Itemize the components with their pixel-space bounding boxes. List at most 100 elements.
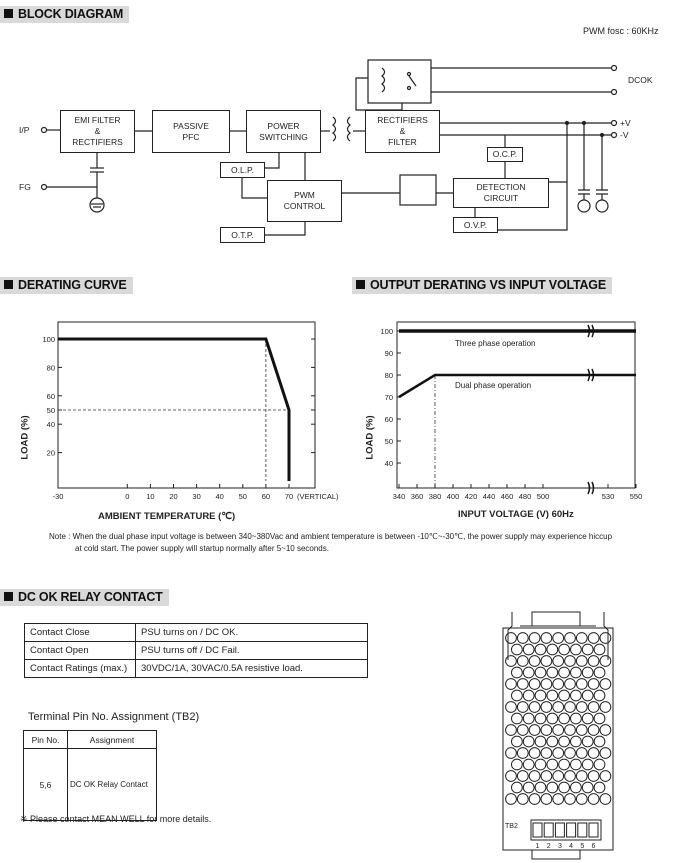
vent-hole <box>587 678 600 690</box>
vent-hole <box>540 770 553 782</box>
pin-number: 5 <box>580 843 584 850</box>
vent-hole <box>564 655 576 667</box>
vent-hole <box>581 781 594 794</box>
vent-hole <box>522 666 535 679</box>
terminal-pin <box>543 822 554 838</box>
vent-hole <box>522 758 535 771</box>
vent-hole <box>564 724 576 736</box>
vent-hole <box>522 712 535 725</box>
vent-hole <box>564 678 576 690</box>
vent-hole <box>511 689 523 702</box>
vent-hole <box>528 678 541 690</box>
pin-number: 6 <box>592 843 596 850</box>
vent-hole <box>593 689 606 702</box>
vent-hole <box>581 643 594 656</box>
vent-hole <box>593 735 606 748</box>
vent-hole <box>540 678 553 690</box>
terminal-pin <box>554 822 565 838</box>
vent-hole <box>511 758 523 771</box>
vent-hole <box>558 666 570 679</box>
vent-hole <box>546 758 559 771</box>
vent-hole <box>587 724 600 736</box>
vent-hole <box>570 712 582 725</box>
vent-hole <box>593 643 606 656</box>
vent-hole <box>599 632 612 644</box>
vent-hole <box>564 747 576 759</box>
vent-hole <box>511 643 523 656</box>
vent-hole <box>575 724 588 736</box>
vent-hole <box>534 758 547 771</box>
vent-hole <box>558 781 570 794</box>
vent-hole <box>516 793 529 805</box>
vent-hole <box>540 793 553 805</box>
vent-hole <box>534 735 547 748</box>
vent-hole <box>552 701 565 713</box>
psu-top-bracket <box>507 611 609 660</box>
psu-bottom-tab <box>531 849 581 860</box>
vent-hole <box>593 758 606 771</box>
vent-hole <box>534 643 547 656</box>
psu-illustration: 12345 6 <box>502 611 614 860</box>
vent-hole <box>516 632 529 644</box>
vent-hole <box>575 632 588 644</box>
vent-hole <box>599 724 612 736</box>
vent-hole <box>528 655 541 667</box>
vent-hole <box>528 632 541 644</box>
vent-hole <box>552 724 565 736</box>
vent-hole <box>522 689 535 702</box>
vent-hole <box>522 735 535 748</box>
terminal-pin <box>577 822 588 838</box>
vent-hole <box>599 770 612 782</box>
vent-hole <box>575 678 588 690</box>
vent-hole <box>546 689 559 702</box>
vent-hole <box>558 689 570 702</box>
vent-hole <box>599 655 612 667</box>
vent-hole <box>534 666 547 679</box>
vent-hole <box>587 793 600 805</box>
vent-hole <box>570 735 582 748</box>
vent-hole <box>511 666 523 679</box>
vent-hole <box>593 781 606 794</box>
vent-hole <box>516 747 529 759</box>
vent-hole <box>581 666 594 679</box>
vent-hole <box>546 712 559 725</box>
vent-hole <box>516 724 529 736</box>
vent-hole <box>505 793 517 805</box>
vent-hole <box>505 724 517 736</box>
vent-hole <box>540 747 553 759</box>
vent-hole <box>522 781 535 794</box>
vent-hole <box>528 724 541 736</box>
vent-hole <box>505 632 517 644</box>
vent-hole <box>505 701 517 713</box>
vent-hole <box>516 770 529 782</box>
vent-hole <box>505 678 517 690</box>
psu-body <box>502 627 614 851</box>
vent-hole <box>552 747 565 759</box>
vent-hole <box>587 632 600 644</box>
pin-number: 3 <box>558 843 562 850</box>
vent-hole <box>581 689 594 702</box>
vent-hole <box>534 689 547 702</box>
vent-hole <box>581 758 594 771</box>
vent-hole <box>540 701 553 713</box>
vent-hole <box>516 678 529 690</box>
vent-hole <box>552 793 565 805</box>
vent-hole <box>528 747 541 759</box>
vent-hole <box>552 678 565 690</box>
vent-hole <box>575 747 588 759</box>
vent-hole <box>575 701 588 713</box>
vent-hole <box>528 793 541 805</box>
vent-hole <box>540 724 553 736</box>
pin-number: 1 <box>536 843 540 850</box>
vent-hole <box>540 632 553 644</box>
vent-hole <box>570 666 582 679</box>
vent-hole <box>587 747 600 759</box>
vent-hole <box>575 770 588 782</box>
vent-hole <box>505 770 517 782</box>
vent-hole <box>581 712 594 725</box>
vent-hole <box>546 666 559 679</box>
vent-hole <box>593 666 606 679</box>
tb2-label: TB2 <box>505 823 518 830</box>
vent-hole <box>546 781 559 794</box>
vent-hole <box>528 770 541 782</box>
